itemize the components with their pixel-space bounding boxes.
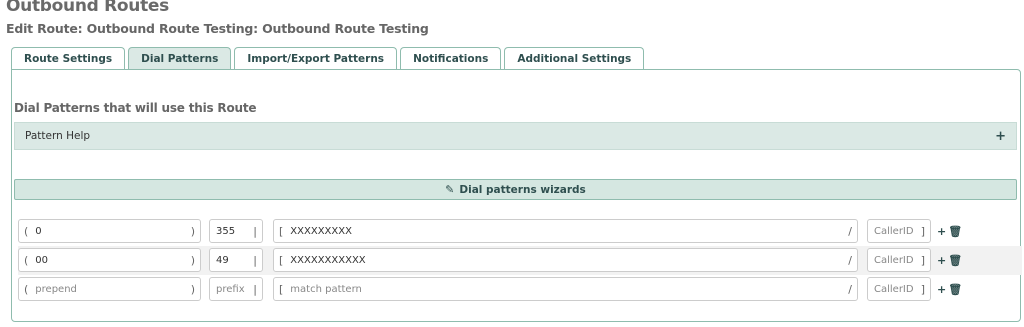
close-square-bracket: ] (920, 224, 925, 238)
slash-separator: / (848, 282, 852, 296)
pattern-row: ( prepend ) prefix | [ match pattern / C… (18, 275, 1022, 304)
page-title: Outbound Routes (6, 0, 169, 16)
pipe-separator: | (253, 282, 257, 296)
pattern-row: ( 0 ) 355 | [ XXXXXXXXX / CallerID ] + 🗑 (18, 217, 1022, 246)
close-paren: ) (190, 253, 195, 267)
expand-plus-icon[interactable]: + (995, 129, 1006, 144)
open-paren: ( (24, 282, 29, 296)
close-paren: ) (190, 282, 195, 296)
match-pattern-field[interactable]: [ XXXXXXXXX / (273, 219, 858, 243)
prefix-value: 355 (216, 225, 236, 237)
delete-row-icon[interactable]: 🗑 (948, 254, 962, 267)
delete-row-icon[interactable]: 🗑 (948, 283, 962, 296)
callerid-placeholder: CallerID (874, 254, 914, 266)
tab-notifications[interactable]: Notifications (400, 47, 502, 70)
delete-row-icon[interactable]: 🗑 (948, 225, 962, 238)
add-row-icon[interactable]: + (937, 225, 946, 238)
open-paren: ( (24, 224, 29, 238)
dial-patterns-wizard-button[interactable]: ✎ Dial patterns wizards (14, 179, 1017, 200)
close-square-bracket: ] (920, 282, 925, 296)
tab-bar: Route Settings Dial Patterns Import/Expo… (11, 47, 647, 70)
prepend-value: 00 (35, 254, 49, 266)
dial-patterns-panel: Dial Patterns that will use this Route P… (11, 69, 1022, 322)
slash-separator: / (848, 224, 852, 238)
slash-separator: / (848, 253, 852, 267)
prefix-value: 49 (216, 254, 229, 266)
page-subtitle: Edit Route: Outbound Route Testing: Outb… (6, 21, 429, 36)
tab-import-export-patterns[interactable]: Import/Export Patterns (234, 47, 398, 70)
open-square-bracket: [ (279, 253, 284, 267)
row-actions: + 🗑 (937, 254, 962, 267)
pattern-row: ( 00 ) 49 | [ XXXXXXXXXXX / CallerID ] +… (18, 246, 1022, 275)
row-actions: + 🗑 (937, 283, 962, 296)
magic-wand-icon: ✎ (445, 183, 455, 196)
pipe-separator: | (253, 224, 257, 238)
open-square-bracket: [ (279, 224, 284, 238)
pipe-separator: | (253, 253, 257, 267)
prefix-placeholder: prefix (216, 283, 245, 295)
prepend-field[interactable]: ( prepend ) (18, 277, 201, 301)
wizard-button-label: Dial patterns wizards (459, 183, 586, 196)
add-row-icon[interactable]: + (937, 254, 946, 267)
pattern-rows: ( 0 ) 355 | [ XXXXXXXXX / CallerID ] + 🗑 (18, 217, 1022, 304)
callerid-placeholder: CallerID (874, 283, 914, 295)
close-square-bracket: ] (920, 253, 925, 267)
callerid-placeholder: CallerID (874, 225, 914, 237)
row-actions: + 🗑 (937, 225, 962, 238)
prefix-field[interactable]: 355 | (209, 219, 263, 243)
match-pattern-value: XXXXXXXXXXX (290, 254, 366, 266)
add-row-icon[interactable]: + (937, 283, 946, 296)
prepend-field[interactable]: ( 0 ) (18, 219, 201, 243)
open-square-bracket: [ (279, 282, 284, 296)
section-title: Dial Patterns that will use this Route (14, 101, 257, 115)
pattern-help-label: Pattern Help (25, 130, 91, 142)
match-pattern-value: XXXXXXXXX (290, 225, 352, 237)
open-paren: ( (24, 253, 29, 267)
pattern-help-toggle[interactable]: Pattern Help + (14, 122, 1017, 150)
match-pattern-field[interactable]: [ match pattern / (273, 277, 858, 301)
tab-route-settings[interactable]: Route Settings (11, 47, 126, 70)
tab-dial-patterns[interactable]: Dial Patterns (128, 47, 232, 70)
prepend-placeholder: prepend (35, 283, 77, 295)
match-pattern-field[interactable]: [ XXXXXXXXXXX / (273, 248, 858, 272)
close-paren: ) (190, 224, 195, 238)
prefix-field[interactable]: prefix | (209, 277, 263, 301)
callerid-field[interactable]: CallerID ] (867, 277, 931, 301)
prepend-field[interactable]: ( 00 ) (18, 248, 201, 272)
prepend-value: 0 (35, 225, 42, 237)
prefix-field[interactable]: 49 | (209, 248, 263, 272)
callerid-field[interactable]: CallerID ] (867, 248, 931, 272)
callerid-field[interactable]: CallerID ] (867, 219, 931, 243)
tab-additional-settings[interactable]: Additional Settings (504, 47, 645, 70)
match-pattern-placeholder: match pattern (290, 283, 362, 295)
